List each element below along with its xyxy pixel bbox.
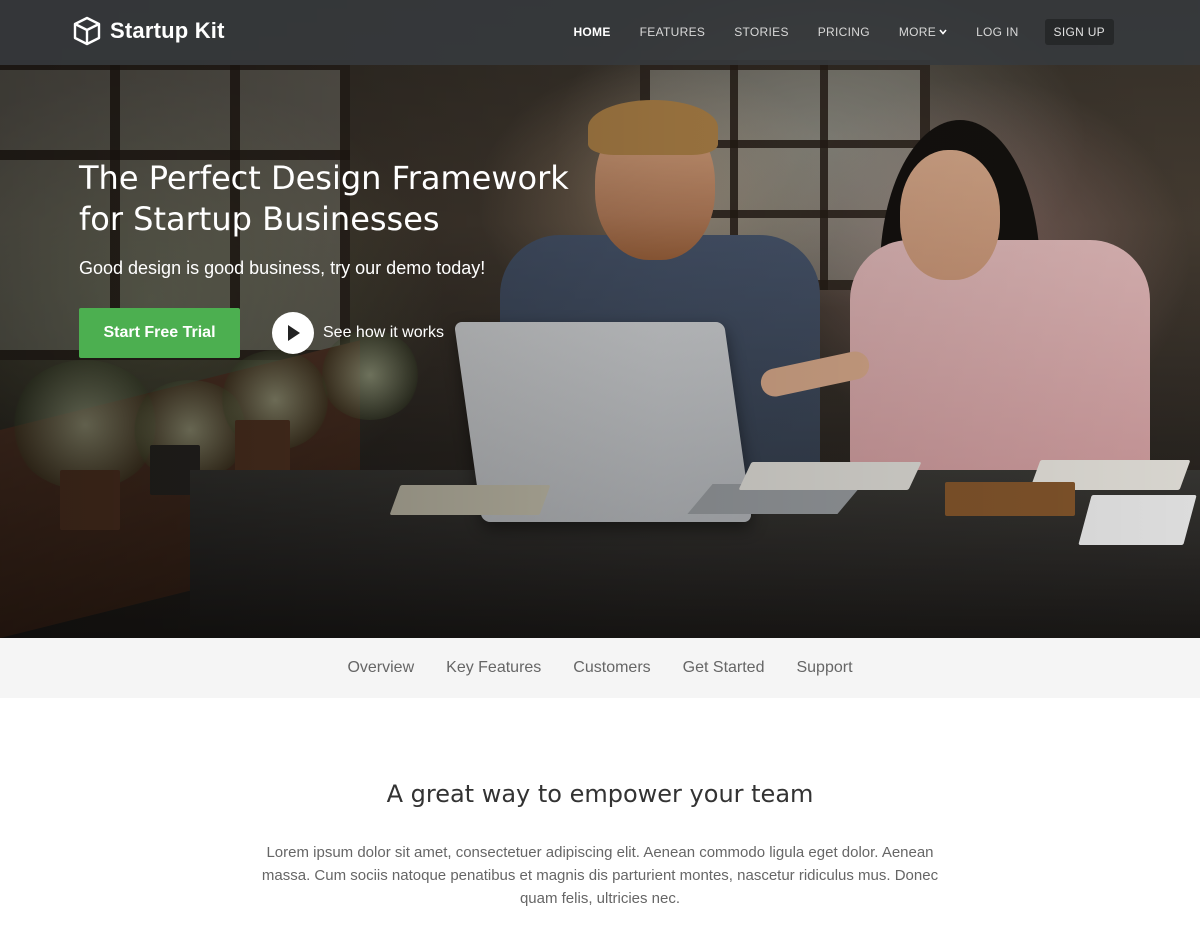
subnav-get-started[interactable]: Get Started: [683, 659, 765, 677]
section-body: Lorem ipsum dolor sit amet, consectetuer…: [261, 844, 939, 907]
hero-content: The Perfect Design Framework for Startup…: [79, 158, 599, 360]
hero-title: The Perfect Design Framework for Startup…: [79, 159, 569, 238]
intro-section: A great way to empower your team Lorem i…: [0, 698, 1200, 941]
start-free-trial-button[interactable]: Start Free Trial: [79, 308, 240, 358]
sign-up-button[interactable]: SIGN UP: [1044, 19, 1114, 45]
play-icon[interactable]: [272, 312, 314, 354]
subnav-customers[interactable]: Customers: [573, 659, 650, 677]
nav-pricing[interactable]: PRICING: [818, 19, 870, 45]
brand-name: Startup Kit: [110, 18, 225, 43]
section-subnav: Overview Key Features Customers Get Star…: [0, 638, 1200, 698]
top-navbar: Startup Kit HOME FEATURES STORIES PRICIN…: [0, 0, 1200, 65]
nav-more[interactable]: MORE: [899, 19, 947, 45]
see-how-it-works-link[interactable]: See how it works: [272, 312, 444, 354]
nav-stories[interactable]: STORIES: [734, 19, 789, 45]
section-title: A great way to empower your team: [386, 780, 814, 808]
subnav-overview[interactable]: Overview: [347, 659, 414, 677]
play-label: See how it works: [323, 324, 444, 341]
nav-home[interactable]: HOME: [573, 19, 610, 45]
hero-subtitle: Good design is good business, try our de…: [79, 258, 486, 278]
cube-icon: [73, 16, 101, 46]
hero-section: The Perfect Design Framework for Startup…: [0, 0, 1200, 638]
main-nav: HOME FEATURES STORIES PRICING MORE LOG I…: [544, 19, 1114, 45]
subnav-support[interactable]: Support: [796, 659, 852, 677]
chevron-down-icon: [939, 27, 947, 37]
hero-cta-row: Start Free Trial See how it works: [79, 308, 599, 360]
nav-features[interactable]: FEATURES: [640, 19, 706, 45]
nav-log-in[interactable]: LOG IN: [976, 19, 1018, 45]
nav-more-label: MORE: [898, 25, 937, 39]
brand-logo[interactable]: Startup Kit: [72, 16, 225, 46]
subnav-key-features[interactable]: Key Features: [446, 659, 541, 677]
